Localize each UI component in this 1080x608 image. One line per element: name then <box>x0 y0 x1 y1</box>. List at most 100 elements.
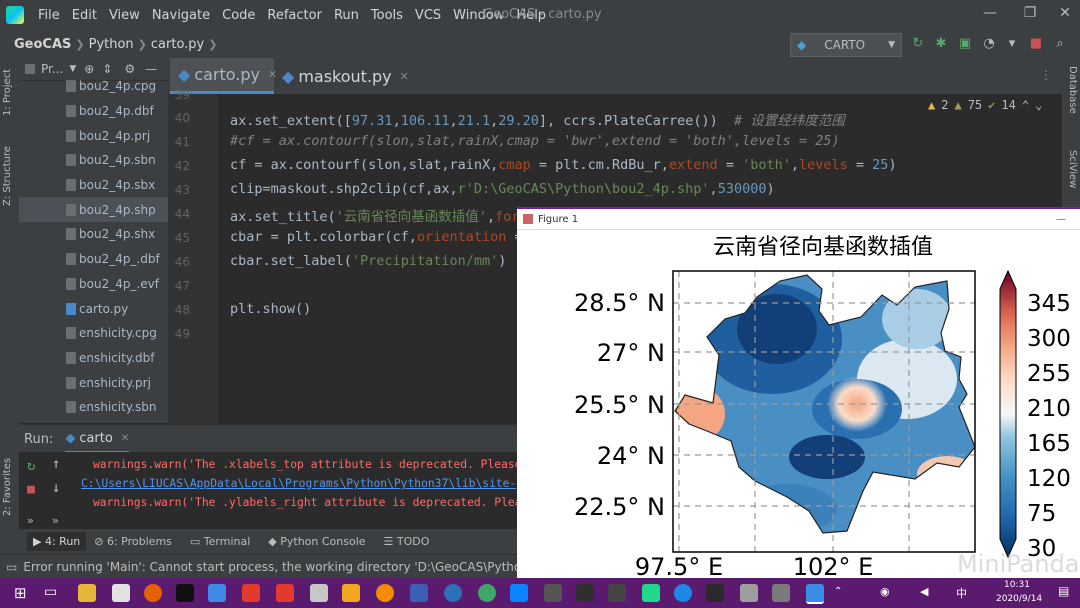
file-item[interactable]: enshicity.cpg <box>19 321 168 346</box>
file-item[interactable]: bou2_4p.dbf <box>19 99 168 124</box>
tray-expand-icon[interactable]: ⌃ <box>834 586 842 597</box>
stop-icon[interactable]: ■ <box>1028 36 1044 52</box>
app-icon[interactable] <box>544 584 562 602</box>
file-item[interactable]: bou2_4p_.evf <box>19 272 168 297</box>
coverage-icon[interactable]: ▣ <box>957 36 973 52</box>
tab-sciview[interactable]: SciView <box>1067 150 1078 188</box>
qq-icon[interactable] <box>176 584 194 602</box>
breadcrumb-project[interactable]: GeoCAS <box>10 37 75 52</box>
clock-time[interactable]: 10:31 <box>1004 580 1030 590</box>
file-item[interactable]: bou2_4p.sbx <box>19 173 168 198</box>
tab-favorites[interactable]: 2: Favorites <box>2 458 13 516</box>
app-icon[interactable] <box>444 584 462 602</box>
menu-edit[interactable]: Edit <box>66 8 103 23</box>
app-icon[interactable] <box>772 584 790 602</box>
file-item[interactable]: bou2_4p.cpg <box>19 74 168 99</box>
tab-todo[interactable]: ☰ TODO <box>384 535 430 548</box>
run-tab[interactable]: ◆ carto ✕ <box>65 425 130 453</box>
menu-navigate[interactable]: Navigate <box>146 8 216 23</box>
tab-problems[interactable]: ⊘ 6: Problems <box>94 535 172 548</box>
build-icon[interactable]: ▾ <box>1004 36 1020 52</box>
search-app-icon[interactable] <box>376 584 394 602</box>
clock-date[interactable]: 2020/9/14 <box>996 594 1042 604</box>
chevron-up-icon[interactable]: ⌃ <box>1022 98 1029 112</box>
file-item[interactable]: enshicity.prj <box>19 370 168 395</box>
pycharm-icon[interactable] <box>642 584 660 602</box>
app-icon[interactable] <box>410 584 428 602</box>
inspection-widget[interactable]: ▲ 2 ▲ 75 ✔ 14 ⌃ ⌄ <box>928 98 1042 112</box>
volume-icon[interactable]: ◀ <box>920 585 928 598</box>
app-icon[interactable] <box>242 584 260 602</box>
input-language[interactable]: 中 <box>956 585 967 601</box>
minimize-icon[interactable]: — <box>980 5 1000 21</box>
menu-view[interactable]: View <box>103 8 146 23</box>
figure-app-icon[interactable] <box>806 584 824 604</box>
tab-project[interactable]: 1: Project <box>2 69 13 116</box>
close-tab-icon[interactable]: ✕ <box>400 70 409 83</box>
close-tab-icon[interactable]: ✕ <box>268 68 277 81</box>
tab-python-console[interactable]: ◆ Python Console <box>268 535 365 548</box>
file-item[interactable]: bou2_4p_.dbf <box>19 247 168 272</box>
rerun-icon[interactable]: ↻ <box>910 36 926 52</box>
app-icon[interactable] <box>674 584 692 602</box>
profile-icon[interactable]: ◔ <box>981 36 997 52</box>
tab-menu-icon[interactable]: ⋮ <box>1040 68 1052 82</box>
arrow-down-icon[interactable]: ↓ <box>52 480 60 496</box>
menu-vcs[interactable]: VCS <box>409 8 447 23</box>
more-icon[interactable]: » <box>27 514 34 527</box>
breadcrumb-folder[interactable]: Python <box>85 37 138 52</box>
network-icon[interactable]: ◉ <box>880 585 890 598</box>
file-item[interactable]: enshicity.dbf <box>19 346 168 371</box>
python-file-icon: ◆ <box>282 66 295 86</box>
arrow-up-icon[interactable]: ↑ <box>52 456 60 472</box>
search-icon[interactable]: ⌕ <box>1052 36 1068 52</box>
colorbar-tick-label: 300 <box>1027 326 1071 352</box>
tab-run[interactable]: ▶ 4: Run <box>27 532 87 551</box>
file-item-selected[interactable]: bou2_4p.shp <box>19 197 168 223</box>
stop-icon[interactable]: ■ <box>27 482 35 497</box>
file-item[interactable]: bou2_4p.prj <box>19 123 168 148</box>
file-item[interactable]: carto.py <box>19 296 168 321</box>
menu-run[interactable]: Run <box>328 8 365 23</box>
console-link[interactable]: C:\Users\LIUCAS\AppData\Local\Programs\P… <box>81 477 557 490</box>
menu-code[interactable]: Code <box>216 8 261 23</box>
more-icon[interactable]: » <box>52 514 59 527</box>
app-icon[interactable] <box>342 584 360 602</box>
zhihu-icon[interactable] <box>510 584 528 602</box>
windows-start-icon[interactable]: ⊞ <box>14 584 27 602</box>
run-console[interactable]: ↻ ↑ ■ ↓ » » warnings.warn('The .xlabels_… <box>19 452 557 529</box>
file-item[interactable]: bou2_4p.shx <box>19 222 168 247</box>
app-icon[interactable] <box>310 584 328 602</box>
tab-database[interactable]: Database <box>1067 66 1078 114</box>
file-item[interactable]: enshicity.sbn <box>19 395 168 417</box>
run-config-dropdown[interactable]: ◆ CARTO ▼ <box>790 33 902 57</box>
app-icon[interactable] <box>112 584 130 602</box>
close-icon[interactable]: ✕ <box>1055 5 1075 21</box>
file-explorer-icon[interactable] <box>78 584 96 602</box>
menu-refactor[interactable]: Refactor <box>261 8 328 23</box>
chevron-down-icon[interactable]: ⌄ <box>1035 98 1042 112</box>
tab-terminal[interactable]: ▭ Terminal <box>190 535 250 548</box>
close-tab-icon[interactable]: ✕ <box>121 433 129 444</box>
rerun-icon[interactable]: ↻ <box>27 458 35 474</box>
tab-structure[interactable]: Z: Structure <box>2 146 13 206</box>
app-icon[interactable] <box>276 584 294 602</box>
firefox-icon[interactable] <box>144 584 162 602</box>
task-view-icon[interactable]: ▭ <box>44 584 57 600</box>
file-item[interactable]: bou2_4p.sbn <box>19 148 168 173</box>
notification-icon[interactable]: ▤ <box>1058 584 1069 598</box>
breadcrumb-file[interactable]: carto.py <box>147 37 208 52</box>
debug-icon[interactable]: ✱ <box>933 36 949 52</box>
tab-maskout-py[interactable]: ◆ maskout.py ✕ <box>280 58 409 94</box>
app-icon[interactable] <box>740 584 758 602</box>
app-icon[interactable] <box>208 584 226 602</box>
menu-file[interactable]: File <box>32 8 66 23</box>
app-icon[interactable] <box>608 584 626 602</box>
restore-icon[interactable]: ❐ <box>1020 5 1040 21</box>
minimize-icon[interactable]: — <box>1056 214 1066 225</box>
menu-tools[interactable]: Tools <box>365 8 409 23</box>
app-icon[interactable] <box>706 584 724 602</box>
chevron-down-icon[interactable]: ▼ <box>69 64 76 74</box>
app-icon[interactable] <box>576 584 594 602</box>
app-icon[interactable] <box>478 584 496 602</box>
